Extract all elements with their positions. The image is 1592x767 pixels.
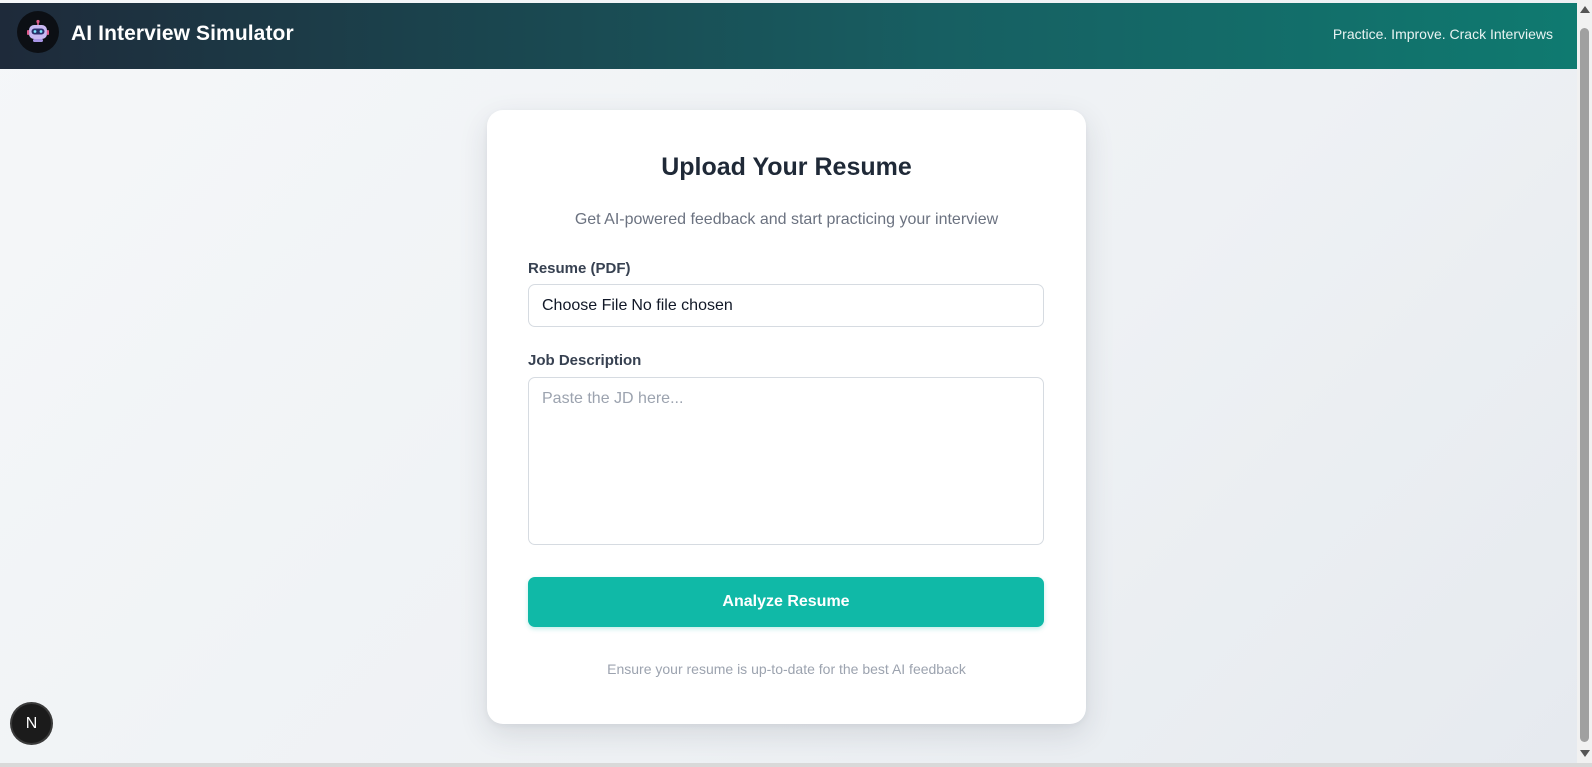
card-footnote: Ensure your resume is up-to-date for the… [607,661,966,677]
header-tagline: Practice. Improve. Crack Interviews [1332,26,1553,42]
top-navbar: AI Interview Simulator Practice. Improve… [0,3,1577,69]
scroll-up-arrow-icon[interactable] [1580,6,1590,13]
upload-card: Upload Your Resume Get AI-powered feedba… [487,110,1086,724]
robot-icon [17,11,59,53]
app-viewport: AI Interview Simulator Practice. Improve… [0,0,1577,763]
job-description-label: Job Description [528,352,642,369]
robot-icon-graphic [27,19,49,42]
vertical-scrollbar[interactable] [1577,0,1592,763]
dev-tools-badge[interactable]: N [12,704,51,743]
file-status-text: No file chosen [631,296,733,314]
resume-file-input[interactable]: Choose File No file chosen [528,284,1044,327]
choose-file-button[interactable]: Choose File [542,297,627,315]
scrollbar-thumb[interactable] [1580,28,1589,742]
card-title: Upload Your Resume [661,153,912,181]
job-description-textarea[interactable] [528,377,1044,545]
analyze-resume-button[interactable]: Analyze Resume [528,577,1044,627]
resume-field-label: Resume (PDF) [528,260,631,277]
scroll-down-arrow-icon[interactable] [1580,750,1590,757]
card-subtitle: Get AI-powered feedback and start practi… [574,211,999,228]
window-bottom-edge [0,763,1592,767]
app-title: AI Interview Simulator [71,22,294,45]
